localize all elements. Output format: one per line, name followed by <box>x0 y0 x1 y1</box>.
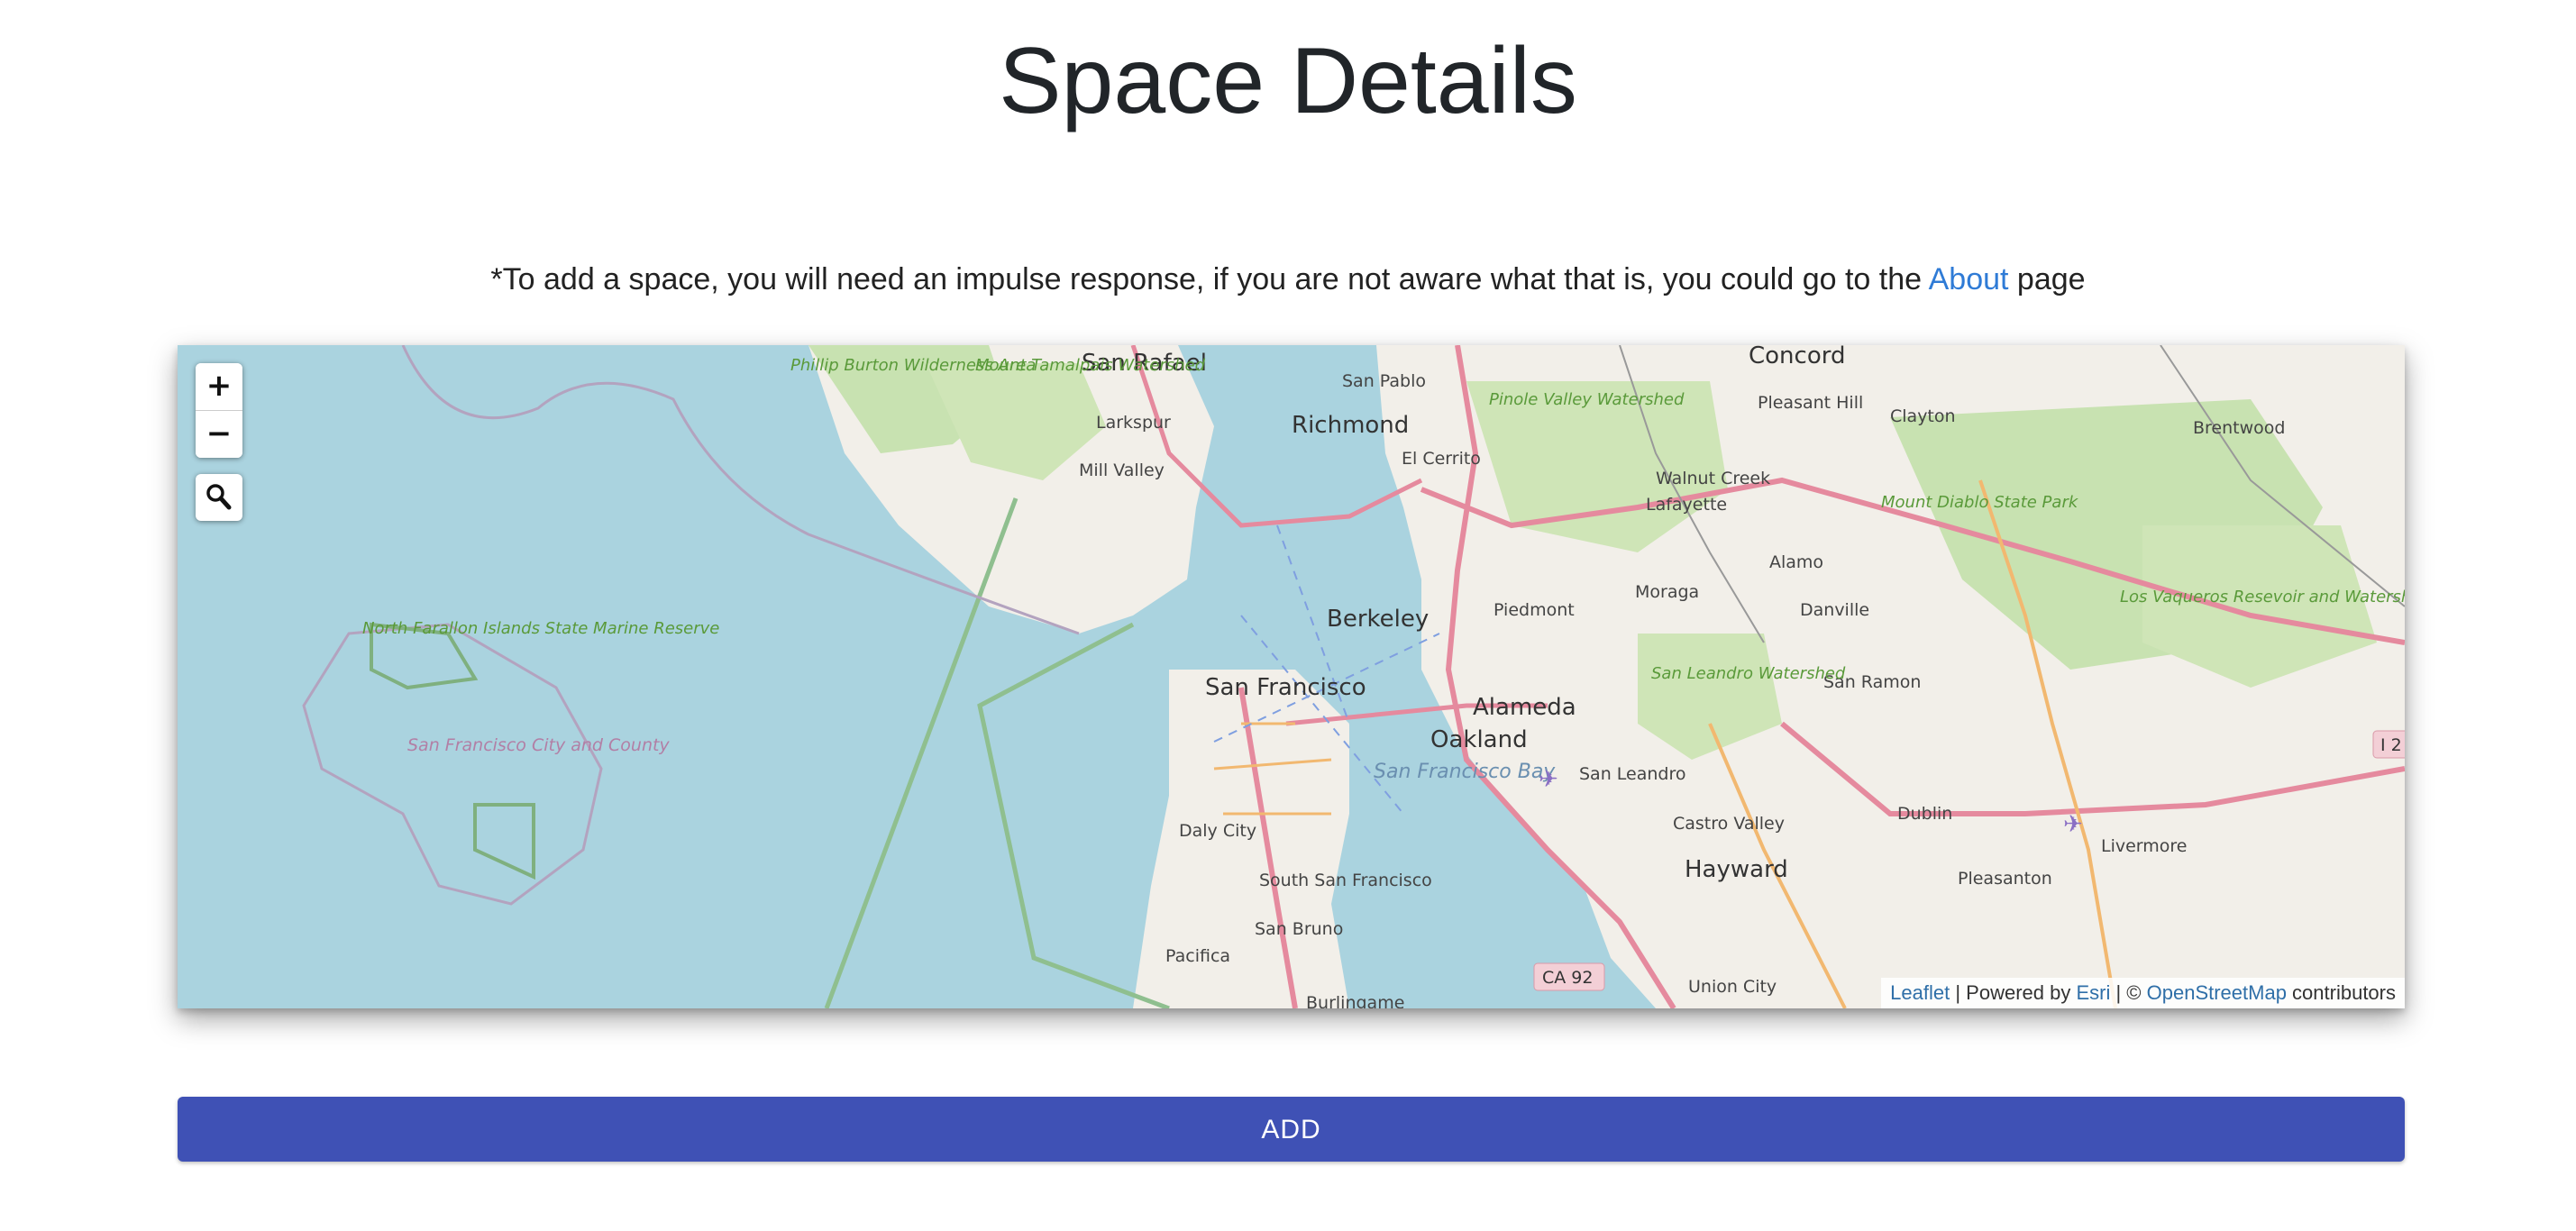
openstreetmap-link[interactable]: OpenStreetMap <box>2147 981 2287 1004</box>
about-link[interactable]: About <box>1929 262 2009 296</box>
page-title: Space Details <box>999 29 1577 133</box>
map-labels: San Rafael Concord Berkeley Oakland San … <box>362 345 2405 1008</box>
label-burton: Phillip Burton Wilderness Area <box>790 356 1036 375</box>
airport-icon: ✈ <box>1539 766 1558 793</box>
label-berkeley: Berkeley <box>1327 606 1429 633</box>
label-sf-bay: San Francisco Bay <box>1374 761 1556 783</box>
attribution-powered-by: | Powered by <box>1950 981 2077 1004</box>
esri-link[interactable]: Esri <box>2076 981 2110 1004</box>
map-search-button[interactable] <box>196 474 242 521</box>
map-attribution: Leaflet | Powered by Esri | © OpenStreet… <box>1881 978 2405 1008</box>
label-alameda: Alameda <box>1473 694 1576 721</box>
zoom-control: + − <box>196 363 242 458</box>
label-daly-city: Daly City <box>1179 821 1256 841</box>
label-alamo: Alamo <box>1769 552 1823 572</box>
attribution-separator: | © <box>2110 981 2147 1004</box>
label-pleasanton: Pleasanton <box>1958 869 2052 889</box>
label-castro-valley: Castro Valley <box>1673 814 1785 834</box>
label-north-farallon: North Farallon Islands State Marine Rese… <box>362 619 719 638</box>
label-livermore: Livermore <box>2101 836 2188 856</box>
label-san-pablo: San Pablo <box>1342 371 1426 391</box>
label-pinole: Pinole Valley Watershed <box>1489 390 1685 409</box>
label-pleasant-hill: Pleasant Hill <box>1758 393 1863 413</box>
note-suffix: page <box>2008 262 2086 296</box>
label-south-sf: South San Francisco <box>1259 871 1432 890</box>
label-piedmont: Piedmont <box>1494 600 1575 620</box>
attribution-contributors: contributors <box>2286 981 2396 1004</box>
label-moraga: Moraga <box>1635 582 1699 602</box>
map[interactable]: San Rafael Concord Berkeley Oakland San … <box>178 345 2405 1008</box>
interstate-shield: I 2 <box>2372 730 2405 759</box>
label-sf-city-county: San Francisco City and County <box>407 735 670 755</box>
zoom-out-button[interactable]: − <box>196 410 242 458</box>
label-oakland: Oakland <box>1430 726 1528 753</box>
label-san-leandro-watershed: San Leandro Watershed <box>1651 664 1846 683</box>
label-pacifica: Pacifica <box>1165 946 1230 966</box>
label-el-cerrito: El Cerrito <box>1402 449 1481 469</box>
label-walnut-creek: Walnut Creek <box>1656 469 1770 488</box>
label-clayton: Clayton <box>1890 406 1956 426</box>
label-san-leandro: San Leandro <box>1579 764 1686 784</box>
ca92-label: CA 92 <box>1542 968 1593 988</box>
label-richmond: Richmond <box>1292 412 1409 439</box>
label-hayward: Hayward <box>1685 856 1788 883</box>
label-mount-diablo: Mount Diablo State Park <box>1881 493 2079 512</box>
label-los-vaqueros: Los Vaqueros Resevoir and Watershed <box>2120 588 2405 606</box>
label-brentwood: Brentwood <box>2193 418 2285 438</box>
note-text: *To add a space, you will need an impuls… <box>490 262 1929 296</box>
ca92-shield: CA 92 <box>1533 962 1605 991</box>
airport-icon-livermore: ✈ <box>2063 811 2083 838</box>
add-button[interactable]: ADD <box>178 1097 2405 1162</box>
label-union-city: Union City <box>1688 977 1777 997</box>
label-lafayette: Lafayette <box>1646 495 1727 515</box>
instruction-note: *To add a space, you will need an impuls… <box>0 257 2576 302</box>
zoom-in-button[interactable]: + <box>196 363 242 410</box>
label-larkspur: Larkspur <box>1096 413 1171 433</box>
leaflet-link[interactable]: Leaflet <box>1890 981 1950 1004</box>
label-mill-valley: Mill Valley <box>1079 460 1165 480</box>
label-danville: Danville <box>1800 600 1869 620</box>
search-icon <box>206 484 232 510</box>
label-dublin: Dublin <box>1897 804 1952 824</box>
label-concord: Concord <box>1749 345 1845 369</box>
interstate-label: I 2 <box>2380 735 2402 755</box>
label-burlingame: Burlingame <box>1306 993 1404 1008</box>
label-san-francisco: San Francisco <box>1205 674 1366 701</box>
label-san-bruno: San Bruno <box>1255 919 1343 939</box>
